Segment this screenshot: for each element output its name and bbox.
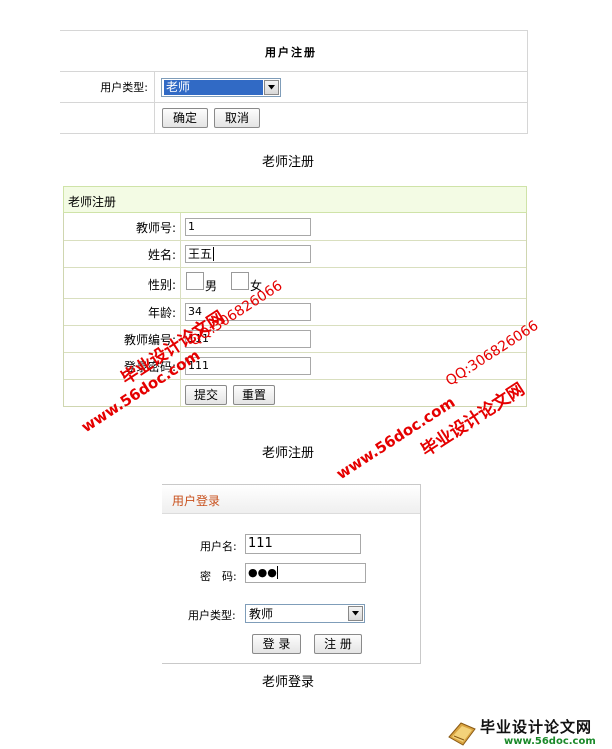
divider bbox=[60, 71, 528, 72]
user-type-select[interactable]: 老师 bbox=[161, 78, 281, 97]
divider bbox=[60, 30, 528, 31]
login-header-title: 用户登录 bbox=[172, 494, 221, 508]
username-input[interactable]: 111 bbox=[245, 534, 361, 554]
name-value: 王五 bbox=[188, 247, 213, 261]
divider bbox=[60, 102, 528, 103]
form-header-title: 老师注册 bbox=[68, 195, 117, 209]
login-user-type-selected: 教师 bbox=[249, 607, 274, 621]
caption: 老师注册 bbox=[262, 446, 315, 461]
footer-site: www.56doc.com bbox=[504, 736, 596, 747]
chevron-down-icon[interactable] bbox=[264, 80, 279, 95]
register-button[interactable]: 注 册 bbox=[314, 634, 362, 654]
gender-male-label: 男 bbox=[205, 279, 218, 293]
chevron-down-icon[interactable] bbox=[348, 606, 363, 621]
divider bbox=[527, 30, 528, 134]
login-button[interactable]: 登 录 bbox=[252, 634, 301, 654]
password-input[interactable]: ●●● bbox=[245, 563, 366, 583]
login-password-input[interactable]: 111 bbox=[185, 357, 311, 375]
teacher-id-label: 教师号: bbox=[135, 221, 176, 235]
name-input[interactable]: 王五 bbox=[185, 245, 311, 263]
reset-button[interactable]: 重置 bbox=[233, 385, 275, 405]
footer-logo: 毕业设计论文网 www.56doc.com bbox=[444, 716, 612, 749]
login-user-type-label: 用户类型: bbox=[188, 609, 236, 622]
username-label: 用户名: bbox=[200, 540, 237, 553]
submit-button[interactable]: 提交 bbox=[185, 385, 227, 405]
form-header: 老师注册 bbox=[63, 186, 527, 213]
login-header: 用户登录 bbox=[162, 485, 420, 514]
confirm-button[interactable]: 确定 bbox=[162, 108, 208, 128]
caption: 老师注册 bbox=[262, 155, 315, 170]
divider bbox=[154, 71, 155, 134]
gender-female-radio[interactable] bbox=[231, 272, 249, 290]
divider bbox=[60, 133, 528, 134]
caption: 老师登录 bbox=[262, 675, 315, 690]
password-dots: ●●● bbox=[248, 566, 277, 579]
teacher-id-input[interactable]: 1 bbox=[185, 218, 311, 236]
gender-male-radio[interactable] bbox=[186, 272, 204, 290]
register-title: 用户注册 bbox=[265, 46, 317, 59]
gender-label: 性别: bbox=[147, 278, 176, 292]
user-type-selected: 老师 bbox=[164, 80, 263, 95]
book-logo-icon bbox=[448, 722, 476, 746]
cancel-button[interactable]: 取消 bbox=[214, 108, 260, 128]
age-label: 年龄: bbox=[147, 306, 176, 320]
login-user-type-select[interactable]: 教师 bbox=[245, 604, 365, 623]
footer-title: 毕业设计论文网 bbox=[480, 718, 593, 736]
user-type-label: 用户类型: bbox=[100, 81, 148, 94]
password-label: 密 码: bbox=[200, 570, 237, 583]
name-label: 姓名: bbox=[147, 248, 176, 262]
